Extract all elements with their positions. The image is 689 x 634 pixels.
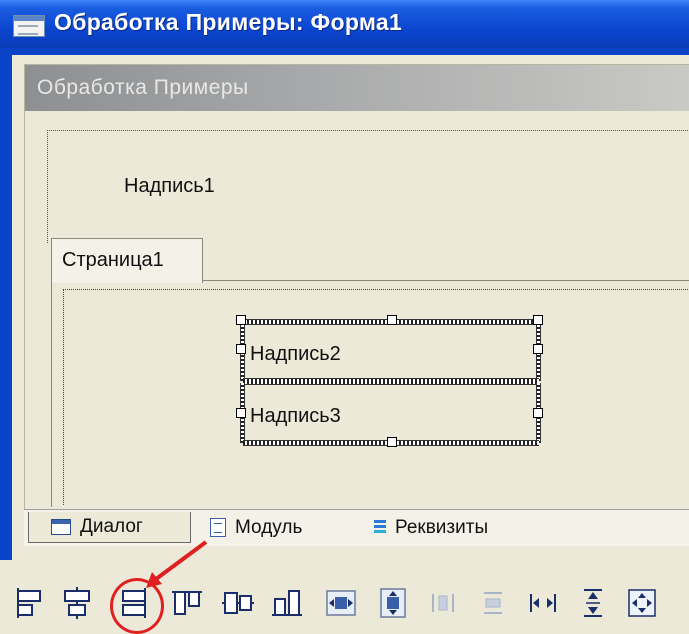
resize-handle[interactable] xyxy=(236,408,246,418)
tab-requisites[interactable]: Реквизиты xyxy=(374,512,544,543)
title-bar[interactable]: Обработка Примеры: Форма1 xyxy=(0,0,689,48)
form-caption: Обработка Примеры xyxy=(37,76,249,99)
requisites-icon xyxy=(374,520,386,535)
resize-handle[interactable] xyxy=(387,315,397,325)
center-horizontally-icon[interactable] xyxy=(324,586,358,620)
tab-module[interactable]: Модуль xyxy=(210,512,360,543)
label-nadpis3: Надпись3 xyxy=(250,405,341,427)
tab-label: Страница1 xyxy=(62,249,164,271)
window-title: Обработка Примеры: Форма1 xyxy=(54,9,403,35)
tab-dialog-label: Диалог xyxy=(80,516,143,537)
resize-handle[interactable] xyxy=(533,344,543,354)
align-top-edges-icon[interactable] xyxy=(170,586,204,620)
align-bottom-edges-icon[interactable] xyxy=(270,586,304,620)
space-equal-horizontal-icon xyxy=(426,586,460,620)
center-vertically-icon[interactable] xyxy=(376,586,410,620)
tab-module-label: Модуль xyxy=(235,516,303,538)
tab-dialog[interactable]: Диалог xyxy=(28,512,191,543)
make-same-size-icon[interactable] xyxy=(625,586,659,620)
align-left-edges-icon[interactable] xyxy=(14,586,48,620)
align-centers-vertical-icon[interactable] xyxy=(60,586,94,620)
label-nadpis2: Надпись2 xyxy=(250,343,341,365)
module-icon xyxy=(210,518,226,537)
tab-requisites-label: Реквизиты xyxy=(395,516,489,538)
highlight-circle xyxy=(110,578,164,634)
space-equal-vertical-icon xyxy=(476,586,510,620)
resize-handle[interactable] xyxy=(533,408,543,418)
resize-handle[interactable] xyxy=(533,315,543,325)
resize-handle[interactable] xyxy=(236,315,246,325)
form-caption-bar: Обработка Примеры xyxy=(25,65,689,111)
resize-handle[interactable] xyxy=(236,344,246,354)
align-middles-horizontal-icon[interactable] xyxy=(221,586,255,620)
make-same-width-icon[interactable] xyxy=(526,586,560,620)
label-nadpis1[interactable]: Надпись1 xyxy=(124,175,215,198)
dialog-icon xyxy=(51,519,71,535)
form-window-icon xyxy=(13,15,45,37)
make-same-height-icon[interactable] xyxy=(576,586,610,620)
selection-border-middle xyxy=(243,378,539,385)
resize-handle[interactable] xyxy=(387,437,397,447)
tab-stranica1[interactable]: Страница1 xyxy=(51,238,203,283)
